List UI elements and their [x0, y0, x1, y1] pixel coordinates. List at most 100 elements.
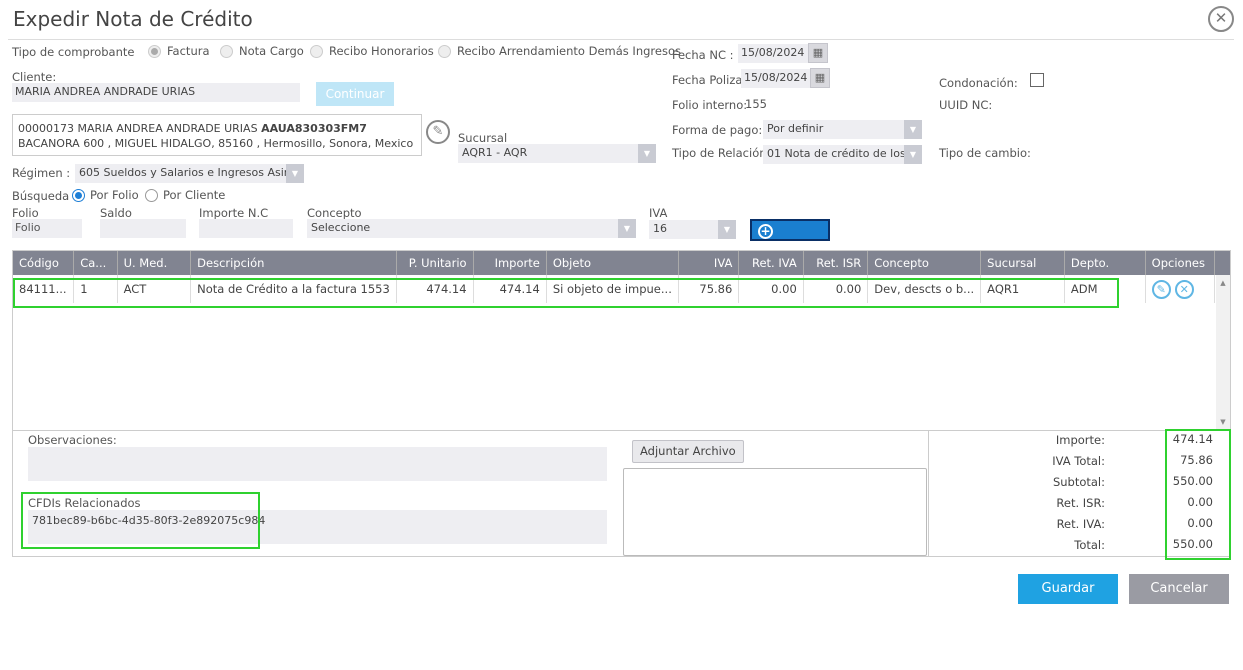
- edit-row-icon[interactable]: ✎: [1151, 279, 1171, 299]
- col-punitario[interactable]: P. Unitario: [396, 251, 474, 275]
- cell-depto: ADM: [1064, 275, 1146, 303]
- chevron-down-icon: ▼: [904, 120, 922, 139]
- col-cantidad[interactable]: Ca...: [73, 251, 118, 275]
- cell-objeto: Si objeto de impue...: [546, 275, 679, 303]
- cliente-detail-box: 00000173 MARIA ANDREA ANDRADE URIAS AAUA…: [12, 114, 422, 156]
- items-grid: Código Ca... U. Med. Descripción P. Unit…: [12, 250, 1231, 431]
- fecha-poliza-label: Fecha Poliza:: [672, 73, 747, 87]
- delete-row-icon[interactable]: ✕: [1174, 279, 1194, 299]
- forma-pago-select[interactable]: Por definir ▼: [763, 120, 922, 139]
- radio-factura[interactable]: [148, 44, 161, 58]
- attachments-area[interactable]: [623, 468, 927, 556]
- cell-codigo: 84111...: [13, 275, 75, 303]
- radio-recibo-honorarios[interactable]: [310, 44, 323, 58]
- cfdis-textarea[interactable]: 781bec89-b6bc-4d35-80f3-2e892075c984: [28, 510, 607, 544]
- fecha-nc-input[interactable]: 15/08/2024: [738, 44, 808, 63]
- saldo-label: Saldo: [100, 206, 132, 220]
- col-ret-iva[interactable]: Ret. IVA: [738, 251, 804, 275]
- col-codigo[interactable]: Código: [13, 251, 75, 275]
- calendar-icon[interactable]: ▦: [810, 68, 830, 88]
- page-title: Expedir Nota de Crédito: [13, 7, 253, 31]
- saldo-input[interactable]: [100, 219, 186, 238]
- fecha-nc-label: Fecha NC :: [672, 48, 734, 62]
- cancelar-button[interactable]: Cancelar: [1129, 574, 1229, 604]
- calendar-icon[interactable]: ▦: [808, 43, 828, 63]
- radio-por-cliente[interactable]: [145, 188, 158, 202]
- scroll-up-icon[interactable]: ▲: [1216, 279, 1230, 287]
- total-importe-label: Importe:: [1055, 433, 1105, 447]
- col-concepto[interactable]: Concepto: [867, 251, 982, 275]
- col-scroll: [1214, 251, 1230, 275]
- col-ret-isr[interactable]: Ret. ISR: [803, 251, 869, 275]
- iva-select[interactable]: 16 ▼: [649, 220, 736, 239]
- grid-scrollbar[interactable]: ▲ ▼: [1216, 275, 1230, 430]
- importe-nc-input[interactable]: [199, 219, 293, 238]
- chevron-down-icon: ▼: [904, 145, 922, 164]
- cell-ret-isr: 0.00: [803, 275, 869, 303]
- chevron-down-icon: ▼: [638, 144, 656, 163]
- scroll-down-icon[interactable]: ▼: [1216, 418, 1230, 426]
- total-subtotal-label: Subtotal:: [1052, 475, 1105, 489]
- cfdis-label: CFDIs Relacionados: [28, 496, 141, 510]
- concepto-value: Seleccione: [311, 221, 371, 234]
- tipo-cambio-label: Tipo de cambio:: [939, 146, 1031, 160]
- total-ret-isr-label: Ret. ISR:: [1056, 496, 1105, 510]
- busqueda-label: Búsqueda: [12, 189, 70, 203]
- cell-iva: 75.86: [678, 275, 740, 303]
- observaciones-textarea[interactable]: [28, 447, 607, 481]
- folio-interno-value: 155: [745, 97, 767, 111]
- col-descripcion[interactable]: Descripción: [190, 251, 397, 275]
- col-depto[interactable]: Depto.: [1064, 251, 1146, 275]
- chevron-down-icon: ▼: [286, 164, 304, 183]
- col-iva[interactable]: IVA: [678, 251, 740, 275]
- guardar-button[interactable]: Guardar: [1018, 574, 1118, 604]
- condonacion-checkbox[interactable]: [1030, 73, 1044, 87]
- tipo-recibo-arrendamiento-option[interactable]: Recibo Arrendamiento Demás Ingresos: [438, 44, 681, 58]
- totals-labels: Importe: IVA Total: Subtotal: Ret. ISR: …: [1015, 433, 1105, 553]
- tipo-relacion-label: Tipo de Relación :: [672, 146, 775, 160]
- total-importe-value: 474.14: [1172, 432, 1213, 446]
- cliente-input[interactable]: MARIA ANDREA ANDRADE URIAS: [12, 83, 300, 102]
- sucursal-select[interactable]: AQR1 - AQR ▼: [458, 144, 656, 163]
- radio-por-folio[interactable]: [72, 188, 85, 202]
- regimen-select[interactable]: 605 Sueldos y Salarios e Ingresos Asimil…: [75, 164, 304, 183]
- table-row[interactable]: 84111... 1 ACT Nota de Crédito a la fact…: [13, 275, 1230, 303]
- total-total-value: 550.00: [1172, 537, 1213, 551]
- col-opciones: Opciones: [1145, 251, 1216, 275]
- continuar-button[interactable]: Continuar: [316, 82, 394, 106]
- adjuntar-archivo-button[interactable]: Adjuntar Archivo: [632, 440, 744, 463]
- cliente-rfc: AAUA830303FM7: [261, 122, 367, 135]
- plus-icon: +: [758, 224, 773, 239]
- tipo-comprobante-label: Tipo de comprobante: [12, 45, 135, 59]
- radio-recibo-arrendamiento[interactable]: [438, 44, 451, 58]
- cell-concepto: Dev, descts o b...: [867, 275, 982, 303]
- busqueda-cliente-option[interactable]: Por Cliente: [145, 188, 225, 202]
- tipo-relacion-select[interactable]: 01 Nota de crédito de los documentos rel…: [763, 145, 922, 164]
- col-importe[interactable]: Importe: [473, 251, 547, 275]
- forma-pago-label: Forma de pago:: [672, 123, 763, 137]
- fecha-poliza-input[interactable]: 15/08/2024: [741, 69, 810, 88]
- chevron-down-icon: ▼: [718, 220, 736, 239]
- col-umed[interactable]: U. Med.: [117, 251, 192, 275]
- tipo-recibo-honorarios-option[interactable]: Recibo Honorarios: [310, 44, 434, 58]
- close-icon[interactable]: ✕: [1208, 6, 1234, 32]
- radio-nota-cargo[interactable]: [220, 44, 233, 58]
- tipo-nota-cargo-option[interactable]: Nota Cargo: [220, 44, 304, 58]
- observaciones-label: Observaciones:: [28, 433, 117, 447]
- folio-input[interactable]: Folio: [12, 219, 82, 238]
- concepto-select[interactable]: Seleccione ▼: [307, 219, 636, 238]
- agregar-button[interactable]: +Agregar: [750, 219, 830, 254]
- regimen-label: Régimen :: [12, 166, 71, 180]
- col-sucursal[interactable]: Sucursal: [980, 251, 1065, 275]
- col-objeto[interactable]: Objeto: [546, 251, 679, 275]
- total-subtotal-value: 550.00: [1172, 474, 1213, 488]
- tipo-factura-option[interactable]: Factura: [148, 44, 210, 58]
- busqueda-folio-option[interactable]: Por Folio: [72, 188, 139, 202]
- total-ret-iva-label: Ret. IVA:: [1056, 517, 1105, 531]
- edit-cliente-icon[interactable]: ✎: [426, 120, 450, 144]
- total-iva-label: IVA Total:: [1052, 454, 1105, 468]
- cell-cantidad: 1: [73, 275, 118, 303]
- items-table: Código Ca... U. Med. Descripción P. Unit…: [13, 251, 1230, 303]
- total-ret-iva-value: 0.00: [1187, 516, 1213, 530]
- folio-interno-label: Folio interno:: [672, 98, 748, 112]
